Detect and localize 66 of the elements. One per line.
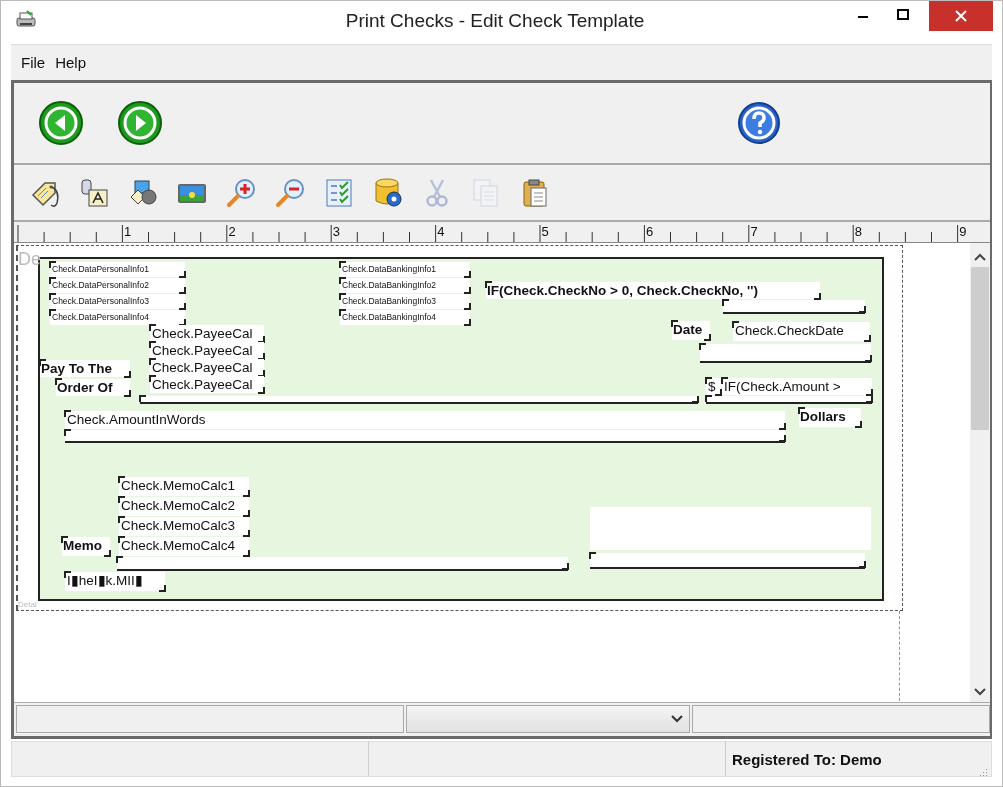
zoom-out-icon xyxy=(274,176,306,209)
data-field[interactable]: Check.CheckDate xyxy=(733,322,870,341)
data-field[interactable]: Check.DataBankingInfo4 xyxy=(340,310,470,325)
underline[interactable] xyxy=(590,553,865,569)
data-field[interactable]: Check.DataBankingInfo3 xyxy=(340,294,470,309)
forward-button[interactable] xyxy=(115,98,165,148)
data-field[interactable]: Check.DataBankingInfo1 xyxy=(340,262,470,277)
data-field[interactable]: Check.MemoCalc2 xyxy=(119,497,249,516)
window-title: Print Checks - Edit Check Template xyxy=(344,9,646,32)
data-field[interactable]: Check.PayeeCal xyxy=(150,342,264,359)
data-field[interactable]: Check.DataPersonalInfo1 xyxy=(50,262,185,277)
ruler-number: 6 xyxy=(646,224,654,239)
data-field[interactable]: Check.AmountInWords xyxy=(65,411,785,429)
underline[interactable] xyxy=(65,430,785,443)
data-field[interactable]: Check.DataBankingInfo2 xyxy=(340,278,470,293)
menu-item[interactable]: File xyxy=(17,52,50,73)
input-field[interactable] xyxy=(16,705,404,733)
label-text[interactable]: Order Of xyxy=(56,379,130,396)
ruler-number: 1 xyxy=(124,224,132,239)
underline[interactable] xyxy=(140,396,698,404)
database-gear-icon xyxy=(372,176,404,209)
data-field[interactable]: Check.DataPersonalInfo2 xyxy=(50,278,185,293)
label-text[interactable]: Date xyxy=(672,321,710,340)
scroll-down-icon[interactable] xyxy=(974,688,986,696)
close-button[interactable] xyxy=(929,1,993,31)
data-field[interactable]: Check.PayeeCal xyxy=(150,359,264,376)
data-field[interactable]: Check.MemoCalc4 xyxy=(119,537,249,556)
data-field[interactable]: Check.DataPersonalInfo3 xyxy=(50,294,185,309)
underline[interactable] xyxy=(706,396,872,404)
checklist-icon xyxy=(323,176,355,209)
input-field[interactable] xyxy=(692,705,990,733)
ruler-number: 8 xyxy=(854,224,863,239)
back-icon xyxy=(38,100,84,146)
back-button[interactable] xyxy=(36,98,86,148)
data-field[interactable]: Check.MemoCalc3 xyxy=(119,517,249,536)
forward-icon xyxy=(117,100,163,146)
scroll-up-icon[interactable] xyxy=(974,253,986,261)
chevron-down-icon xyxy=(671,715,683,723)
data-field[interactable]: IF(Check.Amount > xyxy=(722,378,872,395)
ruler-number: 3 xyxy=(332,224,341,239)
menu-item[interactable]: Help xyxy=(51,52,91,73)
ruler-number: 4 xyxy=(437,224,445,239)
band-label: De xyxy=(18,249,41,270)
underline[interactable] xyxy=(117,557,568,571)
data-field[interactable]: Check.PayeeCal xyxy=(150,325,264,342)
scroll-thumb[interactable] xyxy=(971,267,989,430)
ruler-number: 7 xyxy=(750,224,758,239)
data-field[interactable]: Check.DataPersonalInfo4 xyxy=(50,310,185,325)
database-text-icon xyxy=(78,176,110,209)
label-text[interactable]: Dollars xyxy=(799,408,861,427)
data-field[interactable]: $ xyxy=(706,378,721,395)
data-field[interactable]: Check.PayeeCal xyxy=(150,376,264,393)
label-text[interactable]: Memo xyxy=(62,537,110,556)
ruler-number: 9 xyxy=(959,224,967,239)
printer-icon xyxy=(15,9,37,30)
data-field[interactable]: I▮heI▮k.MII▮ xyxy=(65,572,165,591)
ruler-number: 5 xyxy=(541,224,549,239)
label-text[interactable]: Pay To The xyxy=(40,360,130,377)
help-icon xyxy=(737,101,781,145)
data-field[interactable]: Check.MemoCalc1 xyxy=(119,477,249,496)
underline[interactable] xyxy=(700,344,871,363)
zoom-in-icon xyxy=(225,176,257,209)
ruler-number: 2 xyxy=(228,224,236,239)
underline[interactable] xyxy=(723,300,865,314)
label-text[interactable]: IF(Check.CheckNo > 0, Check.CheckNo, '') xyxy=(486,282,820,299)
status-text: Registered To: Demo xyxy=(732,750,882,768)
